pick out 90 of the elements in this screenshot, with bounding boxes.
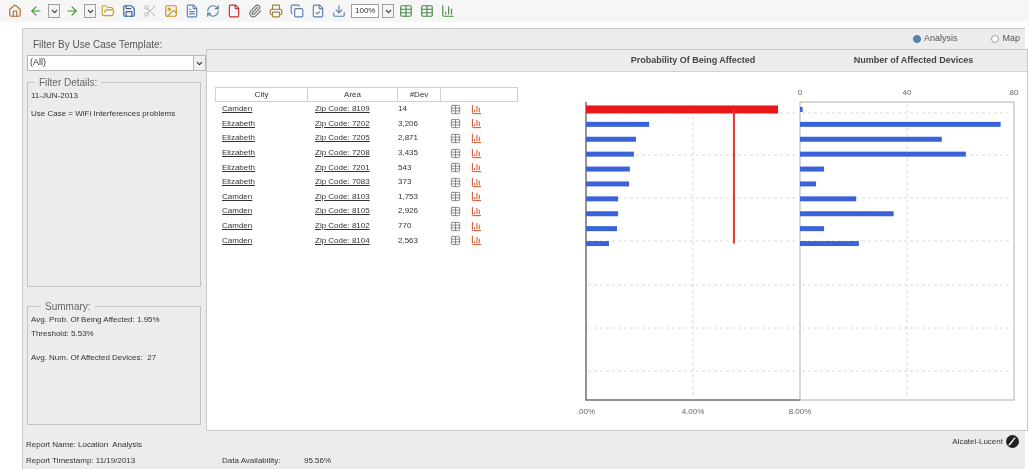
view-radio[interactable]: Analysis: [912, 32, 958, 46]
table-icon[interactable]: [450, 220, 461, 232]
dropdown-button[interactable]: [84, 4, 96, 18]
area-link[interactable]: Zip Code: 7083: [315, 177, 370, 187]
device-count: 3,206: [397, 117, 420, 130]
bar-chart-icon[interactable]: [471, 176, 482, 188]
axis-tick-label: 80: [1009, 88, 1019, 97]
area-link[interactable]: Zip Code: 8109: [315, 104, 370, 114]
zoom-field[interactable]: 100%: [351, 4, 380, 18]
area-link[interactable]: Zip Code: 8104: [315, 235, 370, 245]
table-icon[interactable]: [450, 176, 461, 188]
summary-text: Threshold: 5.53%: [31, 328, 95, 340]
dropdown-button[interactable]: [382, 4, 395, 18]
area-link[interactable]: Zip Code: 7201: [315, 162, 370, 172]
city-link[interactable]: Camden: [222, 235, 253, 245]
device-count: 543: [397, 161, 413, 174]
table-icon[interactable]: [450, 191, 461, 203]
column-header: Area: [308, 88, 398, 101]
availability-label: Data Availability:: [222, 455, 282, 467]
area-link[interactable]: Zip Code: 7205: [315, 133, 370, 143]
city-link[interactable]: Elizabeth: [222, 162, 255, 172]
chart-title: Probability Of Being Affected: [629, 53, 757, 67]
bar-chart-icon[interactable]: [471, 147, 482, 159]
home-icon[interactable]: [6, 2, 24, 20]
device-count: 373: [397, 176, 413, 189]
printer-icon[interactable]: [267, 2, 285, 20]
bar-chart-icon[interactable]: [471, 103, 482, 115]
city-link[interactable]: Camden: [222, 206, 253, 216]
device-count: 14: [397, 103, 408, 116]
template-dropdown[interactable]: (All): [27, 55, 206, 71]
city-link[interactable]: Camden: [222, 104, 253, 114]
column-header: #Dev: [398, 88, 441, 101]
area-link[interactable]: Zip Code: 8102: [315, 221, 370, 231]
table-icon[interactable]: [450, 205, 461, 217]
city-link[interactable]: Elizabeth: [222, 177, 255, 187]
filter-detail-text: 11-JUN-2013: [31, 90, 79, 102]
city-link[interactable]: Elizabeth: [222, 133, 255, 143]
company-logo-text: Alcatel-Lucent: [952, 435, 1003, 448]
refresh-icon[interactable]: [204, 2, 222, 20]
city-link[interactable]: Elizabeth: [222, 118, 255, 128]
city-link[interactable]: Camden: [222, 191, 253, 201]
table-icon[interactable]: [450, 147, 461, 159]
logo-icon: [1006, 435, 1019, 448]
area-link[interactable]: Zip Code: 7208: [315, 148, 370, 158]
area-link[interactable]: Zip Code: 7202: [315, 118, 370, 128]
city-link[interactable]: Camden: [222, 221, 253, 231]
bar-chart-icon[interactable]: [471, 133, 482, 144]
axis-tick-label: 4.00%: [681, 407, 705, 416]
report-name: Report Name: Location Analysis: [26, 439, 144, 451]
panel-title: Summary:: [44, 300, 92, 314]
export-icon[interactable]: [330, 2, 348, 20]
panel-title: Filter Details:: [38, 76, 99, 90]
report-timestamp: Report Timestamp: 11/19/2013: [26, 455, 137, 467]
table-icon[interactable]: [450, 133, 461, 144]
image-icon[interactable]: [162, 2, 180, 20]
table-icon[interactable]: [450, 162, 461, 174]
device-count: 2,871: [397, 132, 420, 145]
bar-chart-icon[interactable]: [471, 235, 482, 247]
paperclip-icon[interactable]: [246, 2, 264, 20]
table-icon[interactable]: [450, 118, 461, 130]
summary-text: Avg. Num. Of Affected Devices: 27: [31, 352, 158, 364]
area-link[interactable]: Zip Code: 8105: [315, 206, 370, 216]
bar-chart-icon[interactable]: [471, 220, 482, 232]
device-count: 3,435: [397, 147, 420, 160]
table-icon[interactable]: [450, 103, 461, 115]
area-link[interactable]: Zip Code: 8103: [315, 191, 370, 201]
device-count: 770: [397, 220, 413, 233]
device-count: 1,753: [397, 190, 420, 203]
save-icon[interactable]: [120, 2, 138, 20]
column-header: City: [216, 88, 308, 101]
view-radio[interactable]: Map: [991, 32, 1020, 46]
device-count: 2,563: [397, 234, 420, 247]
bar-chart-icon[interactable]: [471, 162, 482, 174]
axis-tick-label: .00%: [576, 407, 596, 416]
bar-chart-icon[interactable]: [471, 205, 482, 217]
summary-text: Avg. Prob. Of Being Affected: 1.95%: [31, 314, 161, 326]
chart-title: Number of Affected Devices: [852, 53, 975, 67]
device-count: 2,926: [397, 205, 420, 218]
city-link[interactable]: Elizabeth: [222, 148, 255, 158]
axis-tick-label: 40: [902, 88, 912, 97]
availability-value: 95.56%: [304, 455, 332, 467]
filter-label: Filter By Use Case Template:: [32, 38, 164, 52]
table-icon[interactable]: [450, 235, 461, 247]
filter-detail-text: Use Case = WiFi Interferences problems: [31, 108, 177, 120]
copy-icon[interactable]: [288, 2, 306, 20]
axis-tick-label: 8.00%: [788, 407, 812, 416]
bar-chart-icon[interactable]: [471, 118, 482, 130]
dropdown-button[interactable]: [48, 4, 60, 18]
axis-tick-label: 0: [797, 88, 803, 97]
bar-chart-icon[interactable]: [471, 191, 482, 203]
